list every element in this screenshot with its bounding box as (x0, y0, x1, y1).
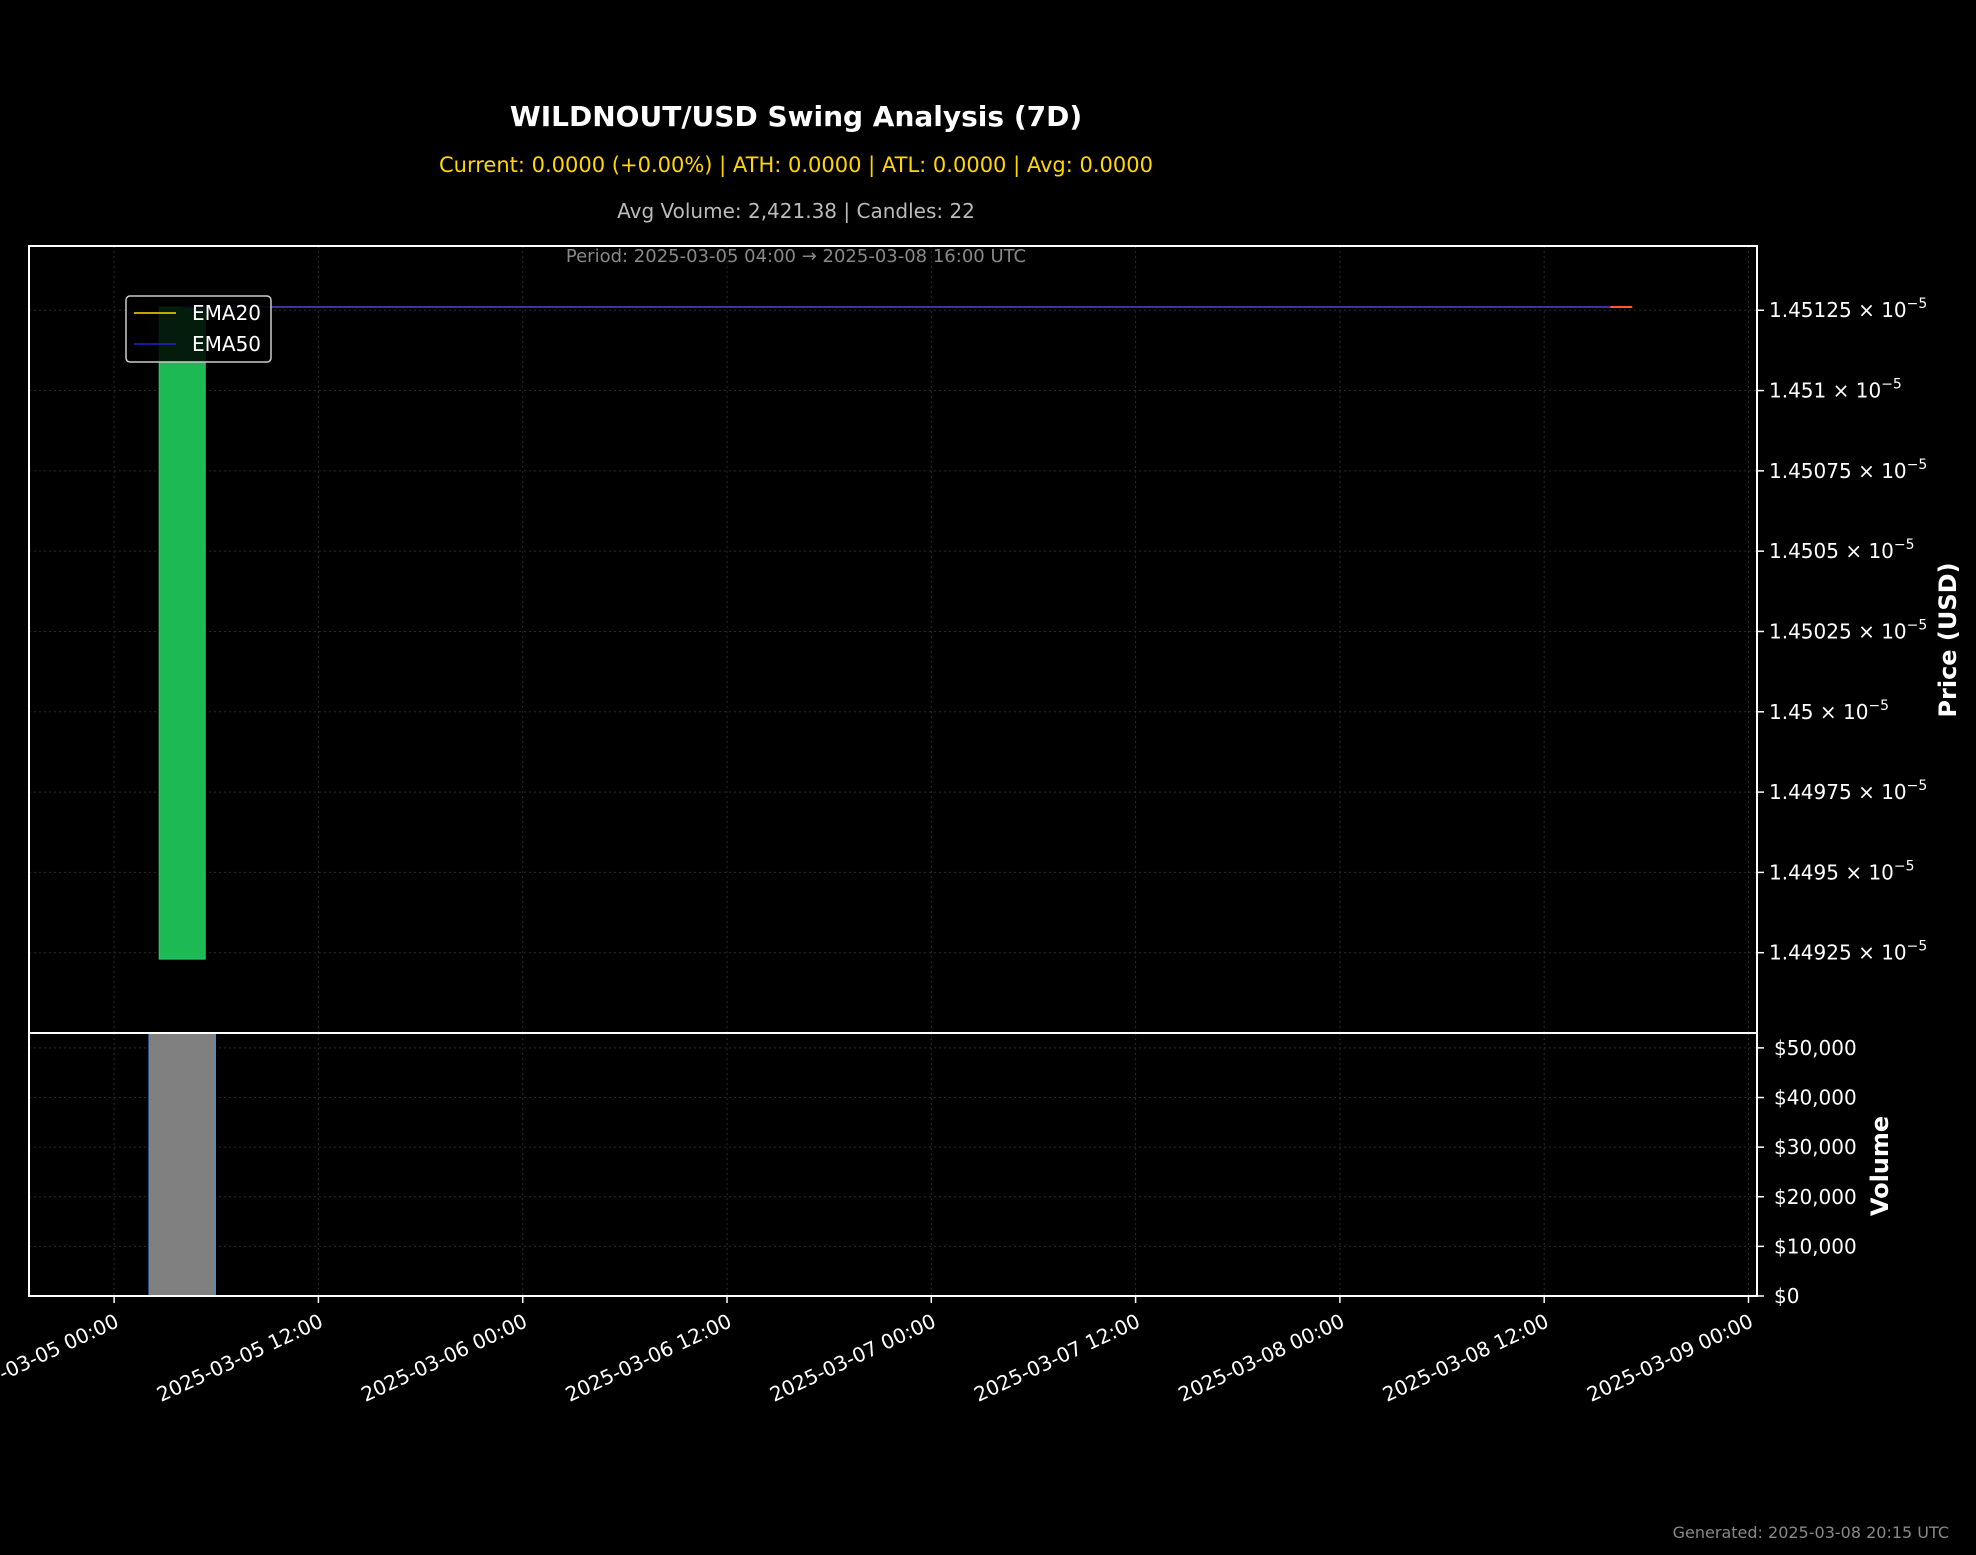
volume-y-tick-label: $20,000 (1774, 1185, 1857, 1209)
generated-timestamp: Generated: 2025-03-08 20:15 UTC (1673, 1523, 1949, 1542)
volume-y-tick-label: $40,000 (1774, 1086, 1857, 1110)
volume-axis-label: Volume (1866, 1116, 1894, 1216)
price-y-tick-label: 1.45075 × 10−5 (1769, 457, 1927, 483)
price-y-tick-label: 1.4505 × 10−5 (1769, 537, 1915, 563)
volume-y-tick-label: $50,000 (1774, 1036, 1857, 1060)
candle-body (158, 306, 206, 960)
volume-bar (148, 1032, 216, 1297)
legend-ema50-label: EMA50 (192, 332, 261, 356)
legend-ema20-label: EMA20 (192, 301, 261, 325)
price-y-tick-label: 1.45025 × 10−5 (1769, 617, 1927, 643)
volume-info-line: Avg Volume: 2,421.38 | Candles: 22 (617, 199, 975, 223)
price-y-tick-label: 1.44925 × 10−5 (1769, 939, 1927, 965)
price-y-tick-label: 1.44975 × 10−5 (1769, 778, 1927, 804)
price-y-tick-label: 1.45125 × 10−5 (1769, 296, 1927, 322)
period-label: Period: 2025-03-05 04:00 → 2025-03-08 16… (566, 246, 1026, 267)
chart-title: WILDNOUT/USD Swing Analysis (7D) (510, 100, 1082, 133)
price-y-tick-label: 1.4495 × 10−5 (1769, 858, 1915, 884)
volume-y-tick-label: $10,000 (1774, 1234, 1857, 1258)
price-axis-label: Price (USD) (1934, 562, 1962, 717)
volume-y-tick-label: $30,000 (1774, 1135, 1857, 1159)
stats-line: Current: 0.0000 (+0.00%) | ATH: 0.0000 |… (439, 153, 1153, 178)
chart-figure: WILDNOUT/USD Swing Analysis (7D) Current… (0, 0, 1976, 1555)
volume-marks (148, 1032, 216, 1297)
legend: EMA20 EMA50 (125, 295, 272, 363)
volume-y-tick-label: $0 (1774, 1284, 1799, 1308)
